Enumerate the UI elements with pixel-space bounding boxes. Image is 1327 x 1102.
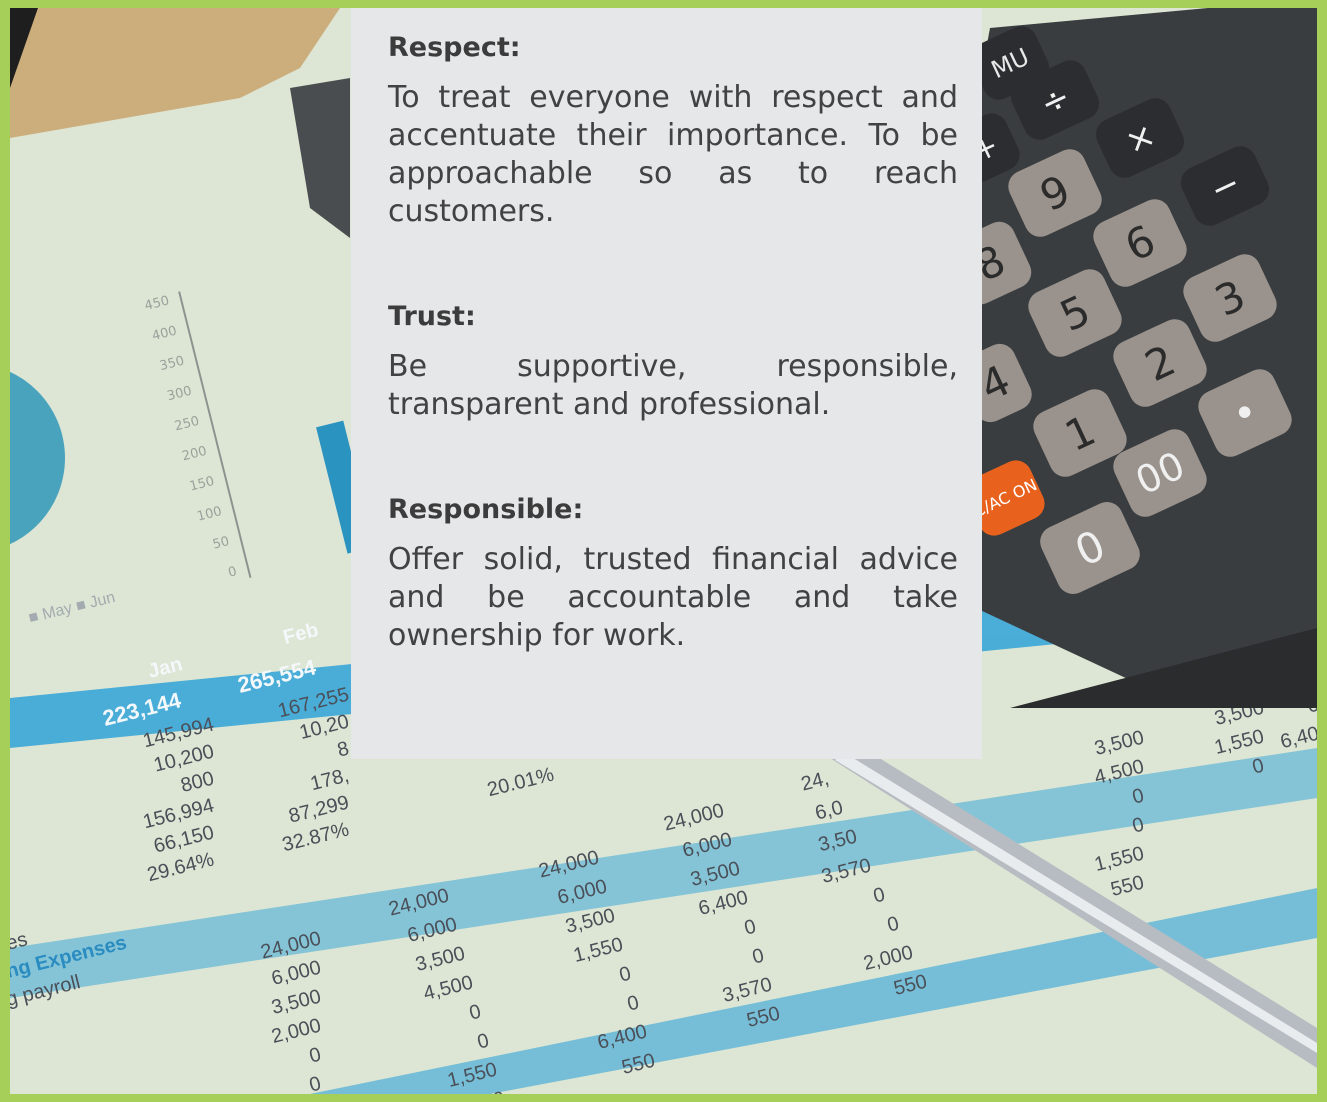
value-item-respect: Respect: To treat everyone with respect … [388, 32, 958, 231]
value-heading: Responsible: [388, 494, 584, 525]
value-item-trust: Trust: Be supportive, responsible, trans… [388, 301, 958, 424]
value-description: Offer solid, trusted financial advice an… [388, 542, 958, 653]
values-card: Respect: To treat everyone with respect … [351, 8, 982, 759]
value-heading: Respect: [388, 32, 521, 63]
value-heading: Trust: [388, 301, 476, 332]
value-description: To treat everyone with respect and accen… [388, 80, 958, 229]
value-description: Be supportive, responsible, transparent … [388, 349, 958, 422]
background-photo-frame: 450 400 350 300 250 200 150 100 50 0 ■ May ■ Jun J… [10, 8, 1317, 1094]
value-item-responsible: Responsible: Offer solid, trusted financ… [388, 494, 958, 655]
